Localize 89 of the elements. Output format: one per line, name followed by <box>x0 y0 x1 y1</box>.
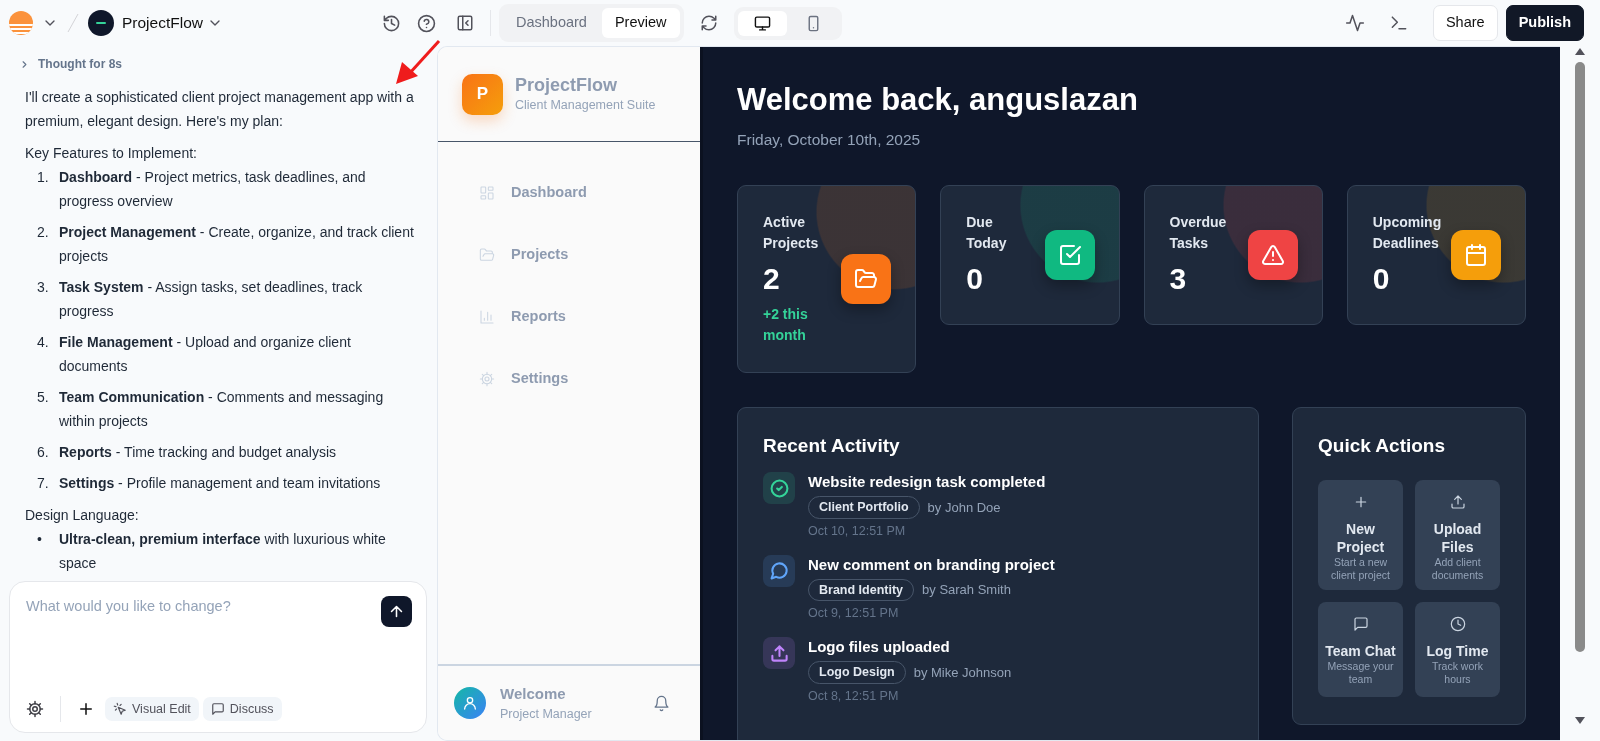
list-number: 3. <box>37 277 50 297</box>
activity-time: Oct 9, 12:51 PM <box>808 605 900 623</box>
activity-author: by Sarah Smith <box>922 581 1011 600</box>
stat-value: 3 <box>1169 261 1188 298</box>
thought-label: Thought for 8s <box>38 56 122 73</box>
settings-icon <box>479 371 495 387</box>
stat-value: 0 <box>1372 261 1391 298</box>
message-paragraph: I'll create a sophisticated client project management app with a premium, elegant design. Here's my plan: <box>25 87 415 131</box>
card-title: Quick Actions <box>1318 435 1447 459</box>
quick-action-button[interactable]: Team Chat Message your team <box>1318 602 1403 698</box>
list-item-text: Ultra-clean, premium interface with luxurious white space <box>59 529 387 573</box>
sidebar-toggle-icon[interactable] <box>456 14 474 32</box>
activity-author: by Mike Johnson <box>913 663 1012 682</box>
discuss-button[interactable]: Discuss <box>202 696 282 722</box>
pulse-icon[interactable] <box>1344 13 1365 33</box>
view-tab[interactable]: Preview <box>601 8 680 38</box>
project-avatar[interactable] <box>88 10 114 36</box>
list-item-text: Team Communication - Comments and messaging within projects <box>59 387 385 431</box>
list-number: 4. <box>37 332 50 352</box>
stat-label: Overdue Tasks <box>1169 213 1228 254</box>
nav-label: Projects <box>511 245 569 265</box>
list-number: 6. <box>37 442 50 462</box>
bullet: • <box>37 529 43 549</box>
bar-chart-icon <box>479 309 495 325</box>
nav-label: Settings <box>511 369 569 389</box>
list-item-text: Project Management - Create, organize, and track client projects <box>59 222 415 266</box>
list-item-text: Task System - Assign tasks, set deadlines, track progress <box>59 277 364 321</box>
stat-value: 0 <box>966 261 984 298</box>
card-title: Recent Activity <box>763 435 901 459</box>
monitor-view-button[interactable] <box>737 10 787 36</box>
scrollbar[interactable] <box>1573 46 1587 726</box>
activity-title: Logo files uploaded <box>808 637 951 658</box>
refresh-icon[interactable] <box>699 14 718 32</box>
page-heading: Welcome back, anguslazan <box>737 81 1139 119</box>
user-name: Welcome <box>500 683 567 704</box>
stat-label: Upcoming Deadlines <box>1372 213 1443 254</box>
quick-action-button[interactable]: New Project Start a new client project <box>1318 480 1403 591</box>
clock-icon <box>1449 616 1466 633</box>
stat-value: 2 <box>763 261 781 298</box>
message-input[interactable]: What would you like to change? Visual Edit Discuss <box>9 581 427 733</box>
user-icon <box>462 695 478 711</box>
activity-author: by John Doe <box>927 498 1001 517</box>
section-heading: Design Language: <box>25 505 140 525</box>
folder-icon <box>479 247 495 263</box>
activity-title: New comment on branding project <box>808 554 1055 575</box>
share-button[interactable]: Share <box>1432 5 1498 41</box>
stat-note: +2 this month <box>763 305 809 346</box>
list-item-text: File Management - Upload and organize client documents <box>59 332 352 376</box>
settings-icon[interactable] <box>26 700 44 718</box>
list-item-text: Reports - Time tracking and budget analysis <box>59 442 337 462</box>
upload-icon <box>1449 494 1466 511</box>
plus-icon[interactable] <box>77 700 95 718</box>
view-tab[interactable]: Dashboard <box>503 8 600 38</box>
user-role: Project Manager <box>500 705 593 723</box>
chat-icon <box>210 702 225 716</box>
stat-label: Due Today <box>966 213 1008 254</box>
publish-button[interactable]: Publish <box>1505 5 1584 41</box>
stat-label: Active Projects <box>763 213 820 254</box>
help-icon[interactable] <box>417 13 436 33</box>
activity-title: Website redesign task completed <box>808 472 1046 493</box>
activity-time: Oct 8, 12:51 PM <box>808 688 900 705</box>
slash-divider <box>66 12 80 34</box>
brand-tagline: Client Management Suite <box>515 96 656 114</box>
section-heading: Key Features to Implement: <box>25 143 198 163</box>
list-number: 2. <box>37 222 50 242</box>
nav-label: Dashboard <box>511 183 587 203</box>
list-item-text: Settings - Profile management and team invitations <box>59 473 381 493</box>
activity-time: Oct 10, 12:51 PM <box>808 523 907 540</box>
history-icon[interactable] <box>382 13 401 33</box>
date-label: Friday, October 10th, 2025 <box>737 130 922 151</box>
nav-label: Reports <box>511 307 566 327</box>
list-number: 5. <box>37 387 50 407</box>
visual-edit-button[interactable]: Visual Edit <box>105 696 199 722</box>
cursor-icon <box>113 702 127 716</box>
bell-icon[interactable] <box>653 694 670 712</box>
arrow-up-icon <box>388 603 405 620</box>
project-switcher[interactable]: ProjectFlow <box>122 11 223 35</box>
thought-toggle[interactable]: Thought for 8s <box>19 52 122 76</box>
chat-icon <box>1352 616 1369 633</box>
list-number: 7. <box>37 473 50 493</box>
app-logo: P <box>462 73 503 115</box>
brand-name: ProjectFlow <box>515 73 618 96</box>
send-button[interactable] <box>381 596 412 627</box>
monitor-icon <box>753 14 771 32</box>
list-number: 1. <box>37 167 50 187</box>
list-item-text: Dashboard - Project metrics, task deadlines, and progress overview <box>59 167 367 211</box>
grid-icon <box>479 185 495 201</box>
quick-action-button[interactable]: Upload Files Add client documents <box>1415 480 1500 591</box>
quick-action-button[interactable]: Log Time Track work hours <box>1415 602 1500 698</box>
